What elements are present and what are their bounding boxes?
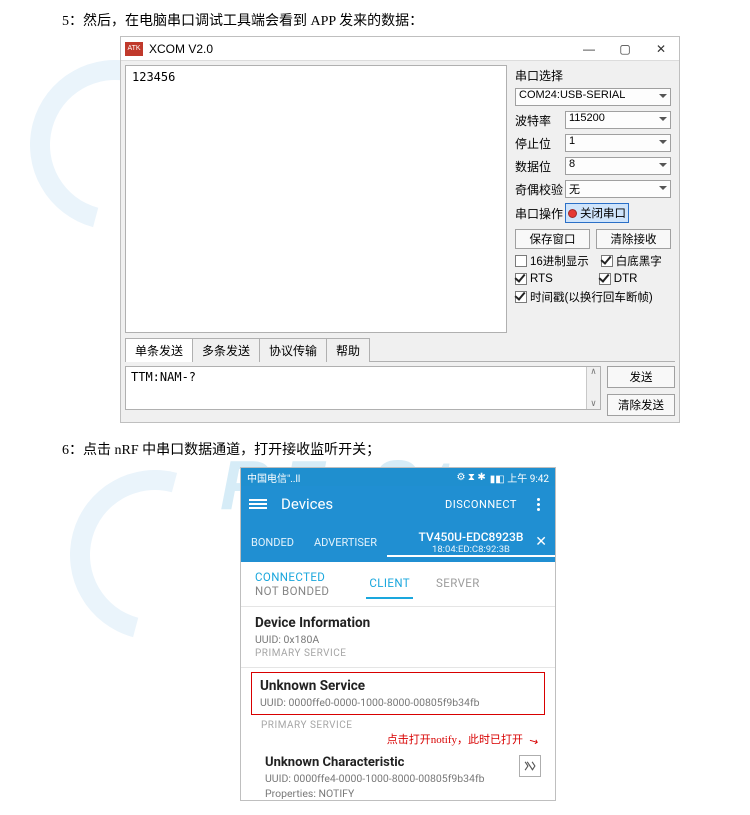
device-mac: 18:04:ED:C8:92:3B: [387, 544, 555, 555]
window-title: XCOM V2.0: [147, 42, 571, 56]
svc1-uuid-label: UUID:: [255, 633, 281, 646]
white-bg-checkbox[interactable]: [601, 255, 613, 267]
stopbit-select[interactable]: 1: [565, 134, 671, 152]
tab-protocol[interactable]: 协议传输: [259, 338, 327, 362]
send-button[interactable]: 发送: [607, 366, 675, 388]
svc1-uuid: 0x180A: [284, 633, 320, 646]
svc1-meta: PRIMARY SERVICE: [255, 648, 541, 659]
rts-checkbox[interactable]: [515, 273, 527, 285]
send-tabs: 单条发送 多条发送 协议传输 帮助: [125, 337, 675, 362]
com-port-select[interactable]: COM24:USB-SERIAL: [515, 88, 671, 106]
clear-rx-button[interactable]: 清除接收: [596, 229, 671, 249]
xcom-window: ATK XCOM V2.0 — ▢ ✕ 123456 串口选择 COM24:US…: [120, 36, 680, 423]
maximize-button[interactable]: ▢: [607, 37, 643, 60]
tx-text: TTM:NAM-?: [131, 370, 196, 384]
baud-label: 波特率: [515, 112, 565, 129]
hex-display-label: 16进制显示: [530, 253, 589, 269]
client-server-tabs: CLIENT SERVER: [369, 576, 479, 590]
app-bar: Devices DISCONNECT: [241, 486, 555, 522]
parity-label: 奇偶校验: [515, 181, 565, 198]
port-status-dot-icon: [568, 209, 577, 218]
status-time: ▮◧ 上午 9:42: [490, 470, 549, 485]
svc2-uuid-label: UUID:: [260, 696, 286, 709]
rts-label: RTS: [530, 273, 553, 285]
char-uuid-label: UUID:: [265, 772, 291, 785]
tab-server[interactable]: SERVER: [436, 576, 480, 590]
annotation-text: 点击打开notify，此时已打开 ↘: [241, 731, 555, 747]
databit-label: 数据位: [515, 158, 565, 175]
parity-select[interactable]: 无: [565, 180, 671, 198]
serial-settings-panel: 串口选择 COM24:USB-SERIAL 波特率 115200 停止位 1 数…: [507, 61, 679, 333]
tab-multi[interactable]: 多条发送: [192, 338, 260, 362]
step6-caption: 6：点击 nRF 中串口数据通道，打开接收监听开关；: [62, 439, 750, 459]
status-bar: 中国电信"..ll ⚙ ⧗ ✱ ▮◧ 上午 9:42: [241, 468, 555, 486]
hex-display-checkbox[interactable]: [515, 255, 527, 267]
stopbit-label: 停止位: [515, 135, 565, 152]
char-meta-label: Properties:: [265, 787, 316, 800]
save-window-button[interactable]: 保存窗口: [515, 229, 590, 249]
white-bg-label: 白底黑字: [616, 253, 662, 269]
rx-textarea[interactable]: 123456: [125, 65, 507, 333]
dtr-label: DTR: [614, 273, 638, 285]
titlebar: ATK XCOM V2.0 — ▢ ✕: [121, 37, 679, 61]
service-device-info[interactable]: Device Information UUID: 0x180A PRIMARY …: [241, 607, 555, 668]
notify-toggle-icon[interactable]: [519, 755, 541, 777]
group-title: 串口选择: [515, 67, 671, 84]
timestamp-label: 时间戳(以换行回车断帧): [530, 289, 653, 305]
device-name: TV450U-EDC8923B: [387, 530, 555, 544]
tab-client[interactable]: CLIENT: [369, 576, 410, 590]
status-icons: ⚙ ⧗ ✱: [456, 472, 485, 483]
carrier: 中国电信"..ll: [247, 470, 300, 485]
baud-select[interactable]: 115200: [565, 111, 671, 129]
annotation-arrow-icon: ↘: [526, 733, 540, 749]
device-tabbar: BONDED ADVERTISER TV450U-EDC8923B 18:04:…: [241, 522, 555, 562]
close-button[interactable]: ✕: [643, 37, 679, 60]
highlighted-service[interactable]: Unknown Service UUID: 0000ffe0-0000-1000…: [251, 672, 545, 715]
minimize-button[interactable]: —: [571, 37, 607, 60]
status-connected: CONNECTED: [255, 570, 329, 584]
dtr-checkbox[interactable]: [599, 273, 611, 285]
close-port-label: 关闭串口: [580, 205, 626, 221]
tab-help[interactable]: 帮助: [326, 338, 370, 362]
char-uuid: 0000ffe4-0000-1000-8000-00805f9b34fb: [294, 772, 485, 785]
svc2-uuid: 0000ffe0-0000-1000-8000-00805f9b34fb: [289, 696, 480, 709]
step5-caption: 5：然后，在电脑串口调试工具端会看到 APP 发来的数据：: [62, 10, 750, 30]
disconnect-button[interactable]: DISCONNECT: [445, 498, 517, 511]
svc1-name: Device Information: [255, 615, 541, 631]
tab-device[interactable]: TV450U-EDC8923B 18:04:ED:C8:92:3B ✕: [387, 530, 555, 555]
connection-status: CONNECTED NOT BONDED: [255, 570, 329, 598]
app-icon: ATK: [125, 42, 143, 56]
tab-single[interactable]: 单条发送: [125, 338, 193, 362]
tx-scrollbar[interactable]: ∧∨: [586, 367, 600, 409]
close-tab-icon[interactable]: ✕: [535, 534, 547, 550]
characteristic-row[interactable]: Unknown Characteristic UUID: 0000ffe4-00…: [241, 749, 555, 800]
port-op-label: 串口操作: [515, 205, 565, 222]
appbar-title: Devices: [267, 495, 445, 513]
more-icon[interactable]: [529, 495, 547, 513]
close-port-button[interactable]: 关闭串口: [565, 203, 629, 223]
timestamp-checkbox[interactable]: [515, 291, 527, 303]
phone-screenshot: 中国电信"..ll ⚙ ⧗ ✱ ▮◧ 上午 9:42 Devices DISCO…: [240, 467, 556, 801]
hamburger-icon[interactable]: [249, 495, 267, 513]
svc2-name: Unknown Service: [260, 678, 536, 694]
tx-textarea[interactable]: TTM:NAM-? ∧∨: [125, 366, 601, 410]
status-notbonded: NOT BONDED: [255, 584, 329, 598]
clear-send-button[interactable]: 清除发送: [607, 394, 675, 416]
char-name: Unknown Characteristic: [265, 755, 513, 770]
databit-select[interactable]: 8: [565, 157, 671, 175]
tab-advertiser[interactable]: ADVERTISER: [304, 536, 387, 549]
char-meta: NOTIFY: [318, 787, 354, 800]
tab-bonded[interactable]: BONDED: [241, 536, 304, 549]
